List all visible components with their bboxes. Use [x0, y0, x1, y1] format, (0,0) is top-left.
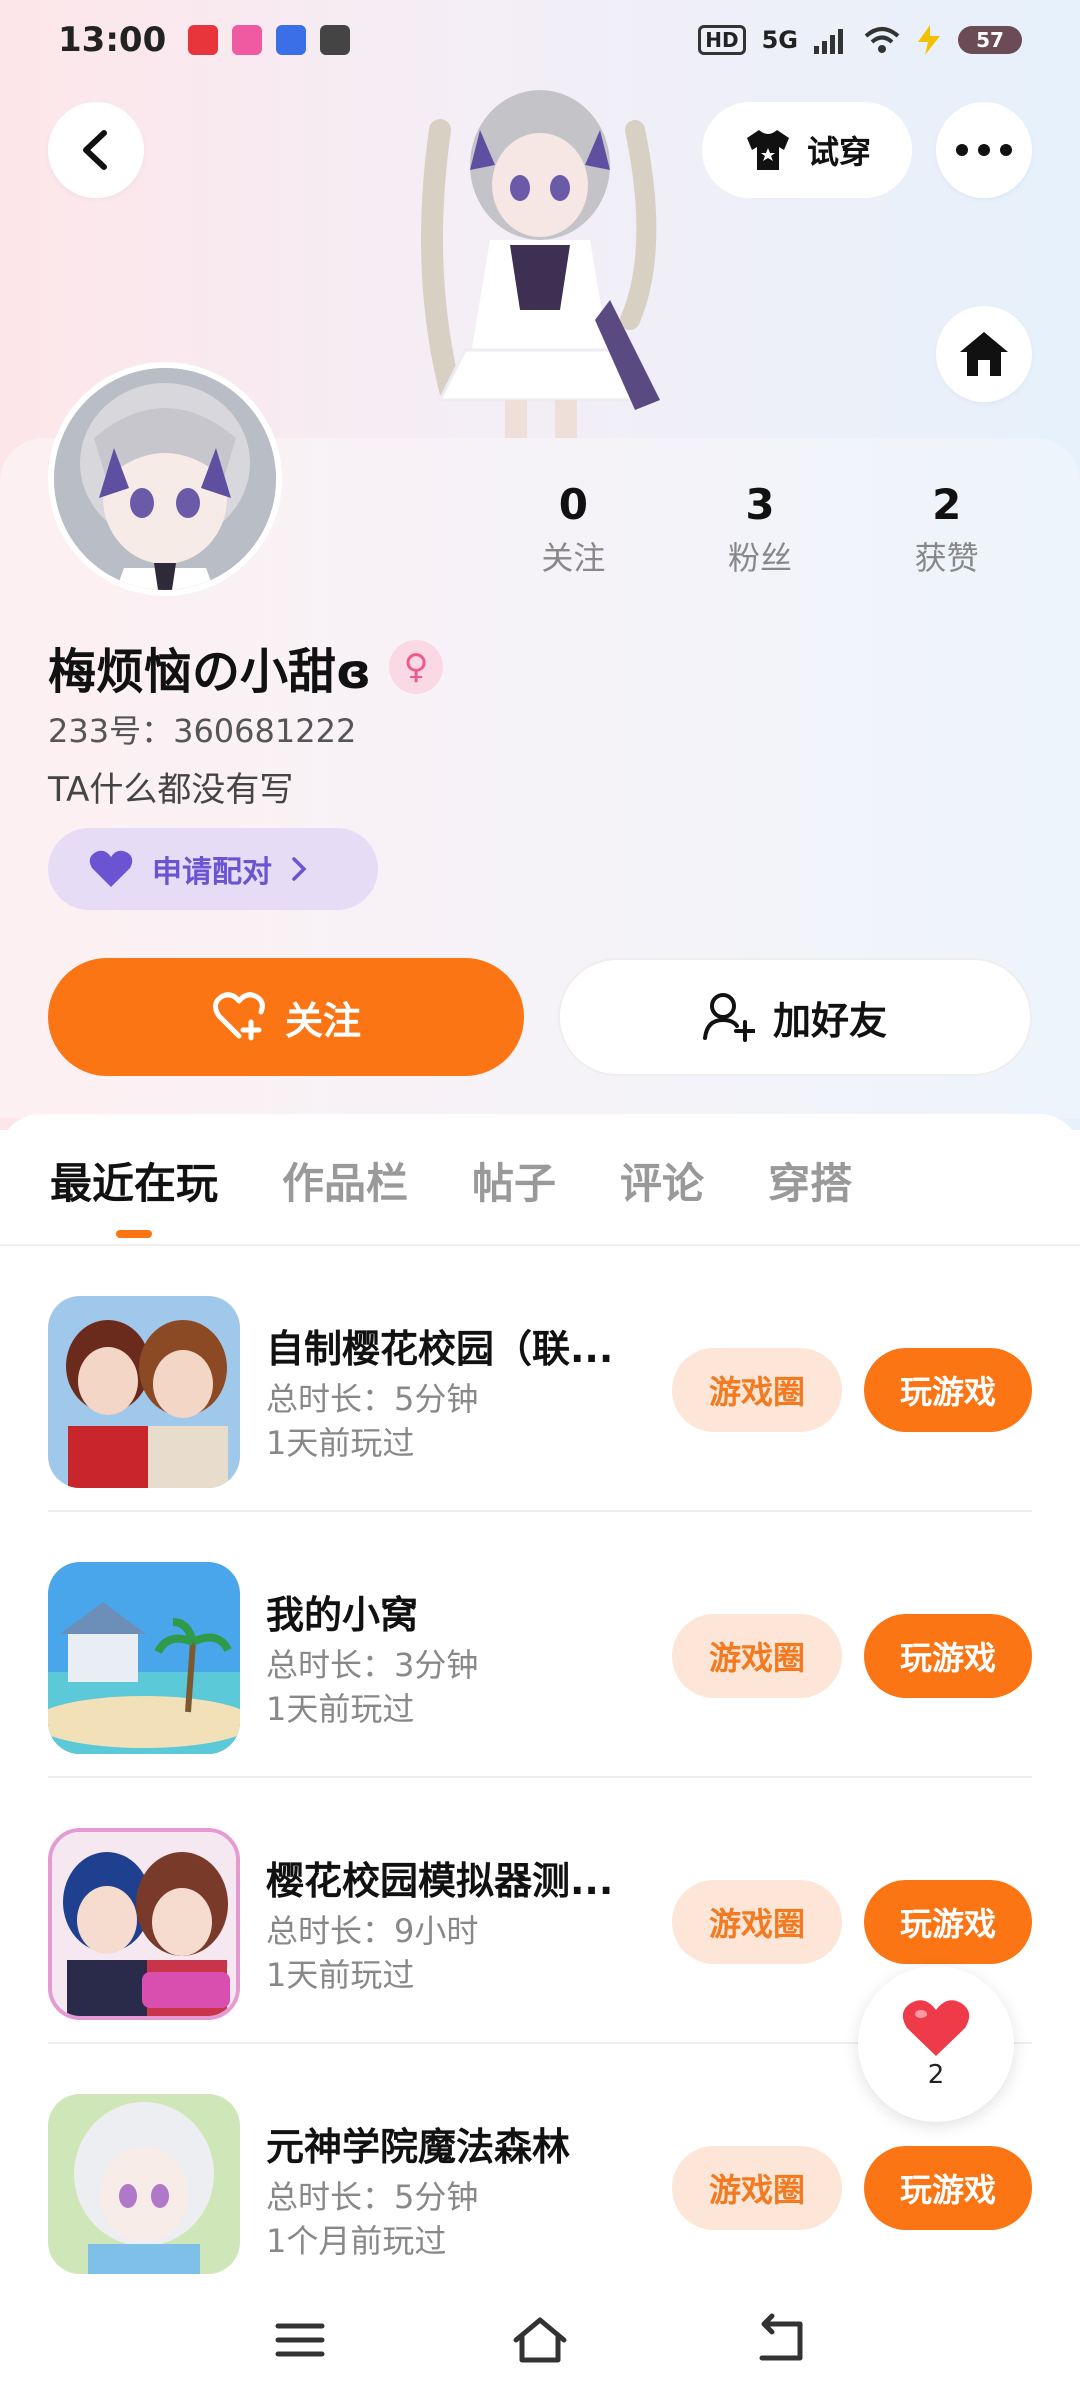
status-bar: 13:00 HD 5G 57	[0, 0, 1080, 80]
tab-recently-played[interactable]: 最近在玩	[50, 1150, 218, 1238]
stat-value: 0	[558, 480, 588, 529]
house-icon	[960, 332, 1008, 376]
game-list-item[interactable]: 自制樱花校园（联... 总时长：5分钟 1天前玩过 游戏圈 玩游戏	[48, 1246, 1032, 1512]
name-row: 梅烦恼の小甜ɞ ♀	[48, 632, 444, 702]
like-float-button[interactable]: 2	[858, 1966, 1014, 2122]
character-model-image	[421, 90, 660, 440]
stat-value: 2	[932, 480, 962, 529]
stat-following[interactable]: 0 关注	[480, 480, 667, 579]
game-duration: 总时长：5分钟	[266, 1380, 479, 1418]
chevron-right-icon	[292, 857, 307, 881]
back-nav-icon[interactable]	[750, 2310, 810, 2370]
game-last-played: 1天前玩过	[266, 1424, 415, 1462]
more-button[interactable]	[936, 102, 1032, 198]
stat-value: 3	[745, 480, 775, 529]
play-game-button[interactable]: 玩游戏	[864, 1614, 1032, 1698]
charging-icon	[918, 25, 940, 55]
add-user-icon	[702, 993, 755, 1042]
network-label: 5G	[761, 26, 798, 54]
game-title: 樱花校园模拟器测...	[266, 1859, 614, 1903]
status-time: 13:00	[58, 20, 167, 60]
follow-button[interactable]: 关注	[48, 958, 524, 1076]
game-icon-image	[48, 2094, 240, 2274]
back-button[interactable]	[48, 102, 144, 198]
pair-request-label: 申请配对	[152, 855, 272, 890]
game-duration: 总时长：5分钟	[266, 2178, 479, 2216]
hd-indicator: HD	[698, 25, 746, 55]
tshirt-icon	[746, 130, 789, 170]
game-icon[interactable]	[48, 2094, 240, 2274]
chevron-left-icon	[83, 130, 107, 170]
game-icon[interactable]	[48, 1562, 240, 1754]
follow-label: 关注	[284, 998, 361, 1043]
battery-indicator: 57	[958, 26, 1022, 54]
system-navigation-bar	[0, 2280, 1080, 2400]
game-circle-button[interactable]: 游戏圈	[672, 1614, 842, 1698]
game-icon-image	[48, 1562, 240, 1754]
play-game-button[interactable]: 玩游戏	[864, 2146, 1032, 2230]
stat-label: 关注	[541, 539, 606, 577]
game-circle-button[interactable]: 游戏圈	[672, 1880, 842, 1964]
add-friend-button[interactable]: 加好友	[558, 958, 1032, 1076]
game-icon[interactable]	[48, 1296, 240, 1488]
try-on-label: 试穿	[806, 133, 871, 171]
game-circle-button[interactable]: 游戏圈	[672, 2146, 842, 2230]
play-game-button[interactable]: 玩游戏	[864, 1880, 1032, 1964]
game-list-item[interactable]: 我的小窝 总时长：3分钟 1天前玩过 游戏圈 玩游戏	[48, 1512, 1032, 1778]
game-icon-image	[48, 1296, 240, 1488]
try-on-button[interactable]: 试穿	[702, 102, 912, 198]
game-icon-image	[52, 1832, 236, 2016]
tab-works[interactable]: 作品栏	[282, 1150, 408, 1211]
home-nav-icon[interactable]	[510, 2310, 570, 2370]
game-title: 我的小窝	[266, 1593, 419, 1637]
user-id[interactable]: 233号：360681222	[48, 706, 356, 752]
home-button[interactable]	[936, 306, 1032, 402]
play-game-button[interactable]: 玩游戏	[864, 1348, 1032, 1432]
game-duration: 总时长：3分钟	[266, 1646, 479, 1684]
app-notification-icon	[320, 25, 351, 55]
stat-label: 获赞	[914, 539, 979, 577]
app-notification-icon	[232, 25, 263, 55]
avatar-image	[54, 368, 276, 590]
tab-comments[interactable]: 评论	[620, 1150, 704, 1211]
tab-outfits[interactable]: 穿搭	[768, 1150, 852, 1211]
stat-label: 粉丝	[728, 539, 793, 577]
tab-posts[interactable]: 帖子	[472, 1150, 556, 1211]
signal-icon	[814, 29, 843, 54]
user-name: 梅烦恼の小甜ɞ	[48, 644, 372, 700]
user-bio: TA什么都没有写	[48, 770, 294, 810]
heart-icon	[89, 850, 133, 887]
game-circle-button[interactable]: 游戏圈	[672, 1348, 842, 1432]
wifi-icon	[864, 27, 900, 53]
female-icon: ♀	[389, 640, 444, 694]
stat-likes[interactable]: 2 获赞	[853, 480, 1040, 579]
game-title: 自制樱花校园（联...	[266, 1327, 614, 1371]
avatar[interactable]	[48, 362, 282, 596]
stat-followers[interactable]: 3 粉丝	[667, 480, 854, 579]
app-notification-icon	[276, 25, 307, 55]
profile-stats: 0 关注 3 粉丝 2 获赞	[480, 480, 1040, 579]
menu-icon[interactable]	[270, 2310, 330, 2370]
add-friend-label: 加好友	[772, 998, 887, 1043]
game-icon[interactable]	[48, 1828, 240, 2020]
heart-plus-icon	[212, 992, 265, 1041]
game-title: 元神学院魔法森林	[266, 2125, 571, 2169]
game-last-played: 1天前玩过	[266, 1956, 415, 1994]
game-last-played: 1天前玩过	[266, 1690, 415, 1728]
content-tabs: 最近在玩 作品栏 帖子 评论 穿搭	[0, 1114, 1080, 1246]
game-duration: 总时长：9小时	[266, 1912, 479, 1950]
pair-request-button[interactable]: 申请配对	[48, 828, 378, 910]
game-last-played: 1个月前玩过	[266, 2222, 447, 2260]
more-dots-icon	[956, 144, 1012, 156]
like-count: 2	[927, 2060, 945, 2090]
heart-icon	[902, 2000, 970, 2056]
app-notification-icon	[188, 25, 219, 55]
